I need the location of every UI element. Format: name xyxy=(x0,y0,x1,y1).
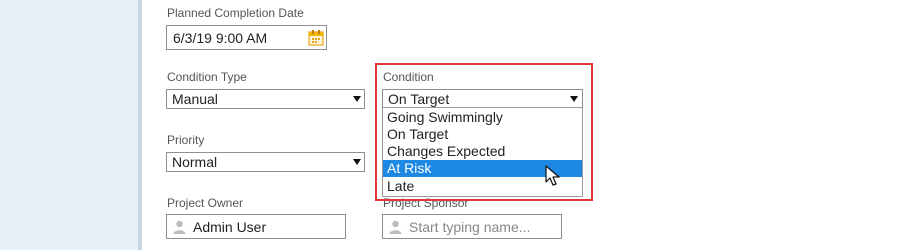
planned-completion-value: 6/3/19 9:00 AM xyxy=(173,30,268,46)
project-sponsor-placeholder: Start typing name... xyxy=(409,219,531,235)
chevron-down-icon xyxy=(353,159,361,165)
planned-completion-input[interactable]: 6/3/19 9:00 AM xyxy=(166,25,327,50)
chevron-down-icon xyxy=(353,96,361,102)
planned-completion-label: Planned Completion Date xyxy=(167,6,304,20)
project-sponsor-input[interactable]: Start typing name... xyxy=(382,214,562,239)
calendar-icon[interactable] xyxy=(308,29,324,51)
mouse-cursor-icon xyxy=(545,165,561,192)
condition-type-select[interactable]: Manual xyxy=(166,89,365,109)
priority-select[interactable]: Normal xyxy=(166,152,365,172)
priority-label: Priority xyxy=(167,133,205,147)
person-icon xyxy=(173,220,186,239)
project-owner-input[interactable]: Admin User xyxy=(166,214,346,239)
person-icon xyxy=(389,220,402,239)
condition-type-label: Condition Type xyxy=(167,70,247,84)
priority-value: Normal xyxy=(172,154,218,170)
condition-type-value: Manual xyxy=(172,91,218,107)
project-owner-label: Project Owner xyxy=(167,196,244,210)
project-owner-value: Admin User xyxy=(193,219,267,235)
